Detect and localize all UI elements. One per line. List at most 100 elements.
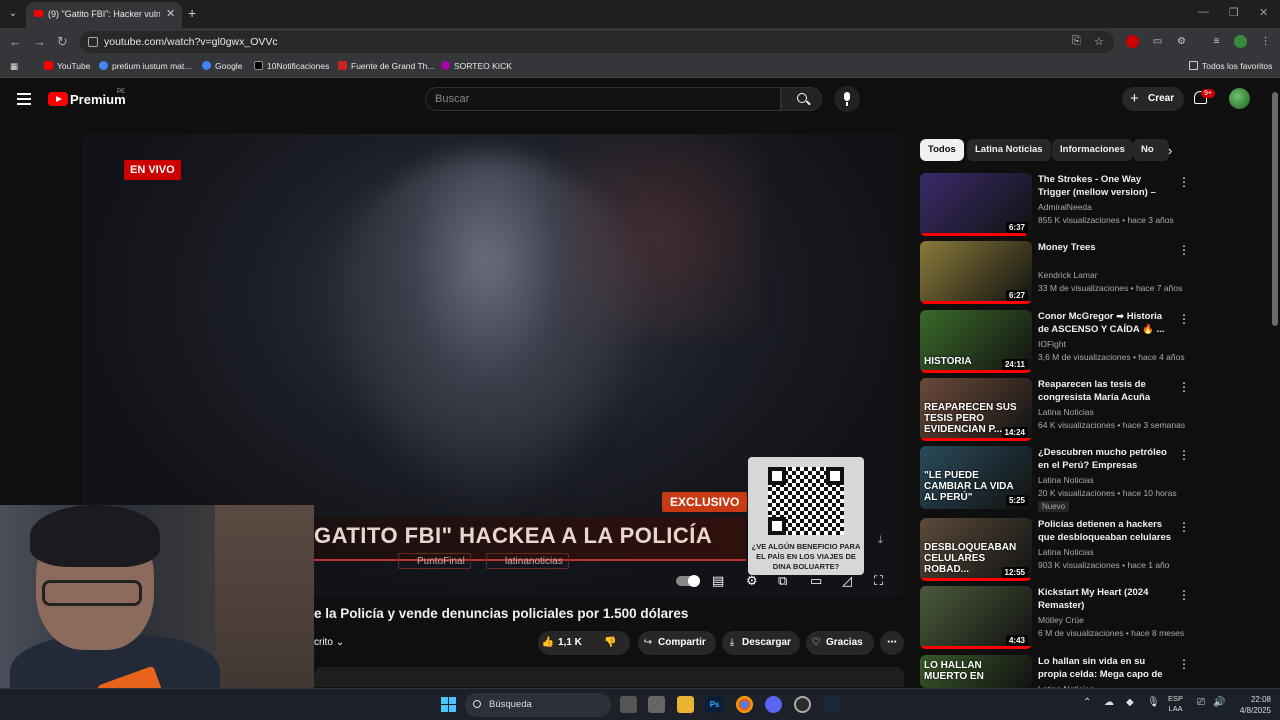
- more-options-icon[interactable]: ⋮: [1178, 657, 1190, 671]
- recommendation-item[interactable]: 4:43 Kickstart My Heart (2024 Remaster) Mö…: [920, 586, 1190, 650]
- extension-red-icon[interactable]: [1126, 35, 1139, 48]
- recommendation-title[interactable]: Policías detienen a hackers que desbloqu…: [1038, 518, 1173, 544]
- recommendation-item[interactable]: DESBLOQUEABAN CELULARES ROBAD... 12:55 Pol…: [920, 518, 1190, 582]
- recommendation-title[interactable]: Kickstart My Heart (2024 Remaster): [1038, 586, 1173, 612]
- browser-tab[interactable]: (9) "Gatito FBI": Hacker vulnera ✕: [26, 2, 182, 28]
- video-thumbnail[interactable]: 6:27: [920, 241, 1032, 304]
- recommendation-title[interactable]: Reaparecen las tesis de congresista Marí…: [1038, 378, 1173, 404]
- share-button[interactable]: ↪ Compartir: [638, 631, 716, 655]
- thanks-button[interactable]: ♡ Gracias: [806, 631, 874, 655]
- more-options-icon[interactable]: ⋮: [1178, 380, 1190, 394]
- recommendation-item[interactable]: REAPARECEN SUS TESIS PERO EVIDENCIAN P..…: [920, 378, 1190, 442]
- reload-icon[interactable]: ↻: [57, 34, 68, 50]
- tray-overflow-icon[interactable]: ⌃: [1083, 697, 1091, 708]
- app-icon[interactable]: [648, 696, 665, 713]
- all-bookmarks[interactable]: Todos los favoritos: [1189, 61, 1272, 71]
- bookmark-x[interactable]: 10Notificaciones: [254, 61, 329, 71]
- thumbs-down-icon[interactable]: 👎: [604, 631, 616, 655]
- menu-hamburger-icon[interactable]: [17, 93, 31, 95]
- chip-latina-noticias[interactable]: Latina Noticias: [967, 139, 1051, 161]
- youtube-logo-icon[interactable]: [48, 92, 68, 106]
- scrollbar-thumb[interactable]: [1272, 92, 1278, 326]
- bookmark-star-icon[interactable]: ☆: [1094, 35, 1104, 48]
- bookmark-gta[interactable]: Fuente de Grand Th...: [338, 61, 434, 71]
- recommendation-title[interactable]: Lo hallan sin vida en su propia celda: M…: [1038, 655, 1173, 681]
- onedrive-icon[interactable]: ☁: [1104, 697, 1114, 708]
- fullscreen-icon[interactable]: ⛶: [874, 573, 883, 589]
- recommendation-title[interactable]: Money Trees: [1038, 241, 1173, 254]
- tray-app-icon[interactable]: ◆: [1126, 697, 1134, 708]
- video-thumbnail[interactable]: 6:37: [920, 173, 1032, 236]
- browser-menu-icon[interactable]: ⋮: [1259, 35, 1272, 48]
- channel-name[interactable]: IOFight: [1038, 339, 1066, 349]
- tab-search-chevron-icon[interactable]: ⌄: [4, 5, 22, 23]
- profile-avatar-icon[interactable]: [1234, 35, 1247, 48]
- network-icon[interactable]: ⎚: [1197, 697, 1205, 708]
- bookmark-pretium[interactable]: pretium iustum mat...: [99, 61, 191, 71]
- subscribe-button[interactable]: crito ⌄: [314, 631, 362, 655]
- recommendation-title[interactable]: The Strokes - One Way Trigger (mellow ve…: [1038, 173, 1173, 199]
- forward-icon[interactable]: →: [33, 34, 46, 49]
- app-circle-icon[interactable]: [794, 696, 811, 713]
- system-clock[interactable]: 22:08 4/8/2025: [1231, 694, 1271, 716]
- video-thumbnail[interactable]: HISTORIA 24:11: [920, 310, 1032, 373]
- video-thumbnail[interactable]: DESBLOQUEABAN CELULARES ROBAD... 12:55: [920, 518, 1032, 581]
- back-icon[interactable]: ←: [9, 34, 22, 49]
- channel-name[interactable]: Mötley Crüe: [1038, 615, 1084, 625]
- recommendation-item[interactable]: HISTORIA 24:11 Conor McGregor ➡ Historia d…: [920, 310, 1190, 374]
- cast-icon[interactable]: ◿: [842, 573, 852, 589]
- site-info-icon[interactable]: [88, 37, 98, 47]
- more-options-icon[interactable]: ⋮: [1178, 312, 1190, 326]
- restore-icon[interactable]: ❐: [1229, 6, 1239, 19]
- bookmark-sorteo[interactable]: SORTEO KICK: [441, 61, 512, 71]
- more-options-icon[interactable]: ⋮: [1178, 448, 1190, 462]
- chrome-icon[interactable]: [736, 696, 753, 713]
- more-options-icon[interactable]: ⋮: [1178, 175, 1190, 189]
- new-tab-icon[interactable]: +: [188, 5, 196, 21]
- theater-mode-icon[interactable]: ▭: [810, 573, 822, 589]
- more-options-icon[interactable]: ⋮: [1178, 520, 1190, 534]
- video-thumbnail[interactable]: "LE PUEDE CAMBIAR LA VIDA AL PERÚ" 5:25: [920, 446, 1032, 509]
- discord-icon[interactable]: [765, 696, 782, 713]
- file-explorer-icon[interactable]: [677, 696, 694, 713]
- bookmark-youtube[interactable]: YouTube: [44, 61, 90, 71]
- windows-start-icon[interactable]: [441, 697, 456, 712]
- steam-icon[interactable]: [823, 696, 840, 713]
- recommendation-title[interactable]: ¿Descubren mucho petróleo en el Perú? Em…: [1038, 446, 1173, 472]
- tab-close-icon[interactable]: ✕: [166, 7, 175, 20]
- cast-tab-icon[interactable]: ⎘: [1072, 35, 1081, 48]
- extensions-puzzle-icon[interactable]: ⚙: [1175, 35, 1188, 48]
- channel-name[interactable]: Latina Noticias: [1038, 407, 1094, 417]
- photoshop-icon[interactable]: Ps: [706, 696, 723, 713]
- video-thumbnail[interactable]: LO HALLAN MUERTO EN: [920, 655, 1032, 688]
- bookmark-google[interactable]: Google: [202, 61, 242, 71]
- extension-icon[interactable]: ▭: [1151, 35, 1164, 48]
- more-options-icon[interactable]: ⋮: [1178, 243, 1190, 257]
- like-button[interactable]: 👍 1,1 K 👎: [538, 631, 630, 655]
- create-button[interactable]: + Crear: [1122, 87, 1184, 111]
- miniplayer-icon[interactable]: ⧉: [778, 573, 787, 589]
- reading-list-icon[interactable]: ≡: [1210, 35, 1223, 48]
- autoplay-toggle[interactable]: [676, 575, 700, 587]
- account-avatar[interactable]: [1229, 88, 1250, 109]
- address-bar[interactable]: youtube.com/watch?v=gl0gwx_OVVc ⎘ ☆: [80, 31, 1114, 53]
- video-thumbnail[interactable]: REAPARECEN SUS TESIS PERO EVIDENCIAN P..…: [920, 378, 1032, 441]
- channel-name[interactable]: Latina Noticias: [1038, 475, 1094, 485]
- more-options-icon[interactable]: ⋮: [1178, 588, 1190, 602]
- voice-search-mic-icon[interactable]: [834, 86, 860, 112]
- chip-next-category[interactable]: No: [1133, 139, 1169, 161]
- recommendation-item[interactable]: 6:37 The Strokes - One Way Trigger (mello…: [920, 173, 1190, 237]
- recommendation-title[interactable]: Conor McGregor ➡ Historia de ASCENSO Y C…: [1038, 310, 1173, 336]
- recommendation-item[interactable]: 6:27 Money Trees Kendrick Lamar 33 M de vis…: [920, 241, 1190, 305]
- channel-name[interactable]: AdmiralNeeda: [1038, 202, 1092, 212]
- more-actions-icon[interactable]: ⋯: [880, 631, 904, 655]
- channel-name[interactable]: Latina Noticias: [1038, 547, 1094, 557]
- settings-gear-icon[interactable]: ⚙: [746, 573, 758, 589]
- recommendation-item[interactable]: "LE PUEDE CAMBIAR LA VIDA AL PERÚ" 5:25 ¿D…: [920, 446, 1190, 512]
- channel-name[interactable]: Kendrick Lamar: [1038, 270, 1098, 280]
- taskbar-search[interactable]: Búsqueda: [465, 693, 611, 717]
- subtitles-icon[interactable]: ▤: [712, 573, 724, 589]
- task-view-icon[interactable]: [620, 696, 637, 713]
- search-button[interactable]: [781, 87, 822, 111]
- description-panel[interactable]: [314, 667, 904, 687]
